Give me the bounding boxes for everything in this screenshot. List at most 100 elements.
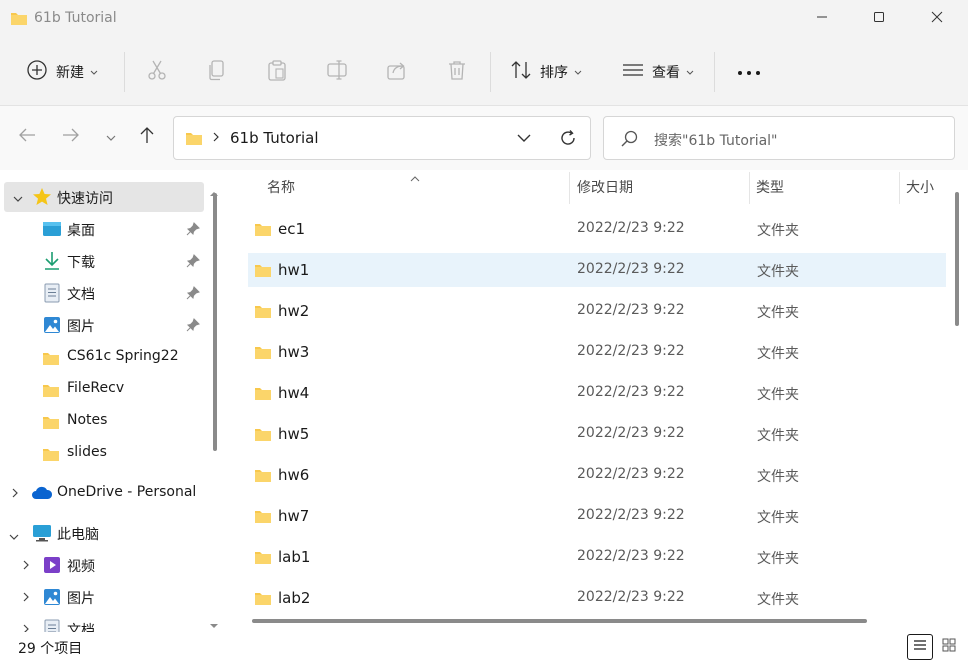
nav-quick-access[interactable]: 快速访问 (4, 182, 204, 212)
minimize-button[interactable] (793, 0, 851, 38)
file-row[interactable]: hw4 2022/2/23 9:22 文件夹 (248, 376, 946, 410)
file-type: 文件夹 (757, 223, 799, 239)
folder-icon (254, 590, 272, 610)
nav-item-downloads[interactable]: 下载 (0, 246, 210, 276)
address-dropdown-icon[interactable] (514, 128, 534, 152)
chevron-right-icon[interactable] (22, 559, 30, 575)
pin-icon[interactable] (186, 286, 200, 304)
details-view-button[interactable] (907, 634, 933, 660)
file-row[interactable]: hw3 2022/2/23 9:22 文件夹 (248, 335, 946, 369)
nav-item-this-pc[interactable]: 此电脑 (0, 518, 210, 548)
close-button[interactable] (908, 0, 966, 38)
nav-item-videos[interactable]: 视频 (0, 550, 210, 580)
pin-icon[interactable] (186, 254, 200, 272)
paste-button[interactable] (266, 38, 288, 106)
maximize-button[interactable] (850, 0, 908, 38)
tiles-view-button[interactable] (936, 634, 962, 660)
copy-button[interactable] (206, 38, 228, 106)
more-options-button[interactable] (736, 38, 762, 106)
rename-button[interactable] (326, 38, 348, 106)
share-button[interactable] (386, 38, 408, 106)
file-row[interactable]: ec1 2022/2/23 9:22 文件夹 (248, 212, 946, 246)
recent-locations-button[interactable] (96, 122, 126, 152)
column-header-type[interactable]: 类型 (756, 170, 784, 204)
nav-item-pc-pictures[interactable]: 图片 (0, 582, 210, 612)
refresh-icon[interactable] (558, 128, 578, 152)
file-name: lab1 (278, 548, 311, 566)
nav-item-label: Notes (67, 412, 108, 428)
file-name: lab2 (278, 589, 311, 607)
file-row[interactable]: lab2 2022/2/23 9:22 文件夹 (248, 581, 946, 615)
toolbar-divider (124, 52, 125, 92)
pin-icon[interactable] (186, 318, 200, 336)
picture-icon (43, 588, 61, 610)
file-date: 2022/2/23 9:22 (577, 589, 685, 605)
nav-item-filerecv[interactable]: FileRecv (0, 374, 210, 404)
column-header-name[interactable]: 名称 (267, 170, 295, 204)
column-divider[interactable] (899, 172, 900, 204)
sort-label: 排序 (540, 65, 568, 81)
nav-item-onedrive[interactable]: OneDrive - Personal (0, 478, 210, 508)
chevron-right-icon[interactable] (22, 591, 30, 607)
nav-item-cs61c-spring22[interactable]: CS61c Spring22 (0, 342, 210, 372)
chevron-down-icon (686, 64, 694, 80)
file-row[interactable]: hw1 2022/2/23 9:22 文件夹 (248, 253, 946, 287)
column-header-size[interactable]: 大小 (906, 170, 934, 204)
new-label: 新建 (56, 65, 84, 81)
window-title: 61b Tutorial (34, 10, 117, 26)
picture-icon (43, 316, 61, 338)
status-bar: 29 个项目 (0, 632, 968, 662)
nav-item-pc-documents[interactable]: 文档 (0, 614, 210, 632)
delete-button[interactable] (446, 38, 468, 106)
address-bar[interactable]: 61b Tutorial (173, 116, 591, 160)
cut-button[interactable] (146, 38, 168, 106)
sort-button[interactable]: 排序 (510, 38, 582, 106)
file-name: hw4 (278, 384, 310, 402)
back-button[interactable] (12, 122, 42, 152)
nav-item-pictures[interactable]: 图片 (0, 310, 210, 340)
column-divider[interactable] (749, 172, 750, 204)
file-row[interactable]: hw7 2022/2/23 9:22 文件夹 (248, 499, 946, 533)
chevron-down-icon[interactable] (13, 191, 23, 207)
nav-item-label: FileRecv (67, 380, 125, 396)
column-divider[interactable] (569, 172, 570, 204)
folder-icon (254, 344, 272, 364)
star-icon (32, 187, 52, 211)
search-box[interactable]: 搜索"61b Tutorial" (603, 116, 955, 160)
address-path[interactable]: 61b Tutorial (230, 129, 319, 147)
content-horizontal-scroll-thumb[interactable] (252, 619, 867, 623)
view-button[interactable]: 查看 (622, 38, 694, 106)
file-date: 2022/2/23 9:22 (577, 548, 685, 564)
file-row[interactable]: hw5 2022/2/23 9:22 文件夹 (248, 417, 946, 451)
file-row[interactable]: hw6 2022/2/23 9:22 文件夹 (248, 458, 946, 492)
file-name: hw5 (278, 425, 310, 443)
document-icon (44, 283, 60, 307)
nav-item-notes[interactable]: Notes (0, 406, 210, 436)
nav-scroll-thumb[interactable] (213, 193, 217, 451)
nav-item-documents[interactable]: 文档 (0, 278, 210, 308)
trash-icon (446, 59, 468, 85)
column-header-date[interactable]: 修改日期 (577, 170, 633, 204)
nav-item-label: OneDrive - Personal (57, 484, 197, 500)
new-button[interactable]: 新建 (26, 38, 98, 106)
nav-item-slides[interactable]: slides (0, 438, 210, 468)
pin-icon[interactable] (186, 222, 200, 240)
nav-item-label: 文档 (67, 623, 95, 632)
chevron-right-icon[interactable] (11, 487, 19, 503)
file-type: 文件夹 (757, 592, 799, 608)
nav-item-desktop[interactable]: 桌面 (0, 214, 210, 244)
chevron-down-icon[interactable] (9, 529, 19, 545)
plus-circle-icon (26, 59, 48, 85)
forward-button[interactable] (56, 122, 86, 152)
search-placeholder[interactable]: 搜索"61b Tutorial" (654, 130, 778, 150)
title-bar: 61b Tutorial (0, 0, 968, 38)
arrow-up-icon (139, 126, 155, 148)
up-button[interactable] (132, 122, 162, 152)
file-row[interactable]: hw2 2022/2/23 9:22 文件夹 (248, 294, 946, 328)
file-type: 文件夹 (757, 510, 799, 526)
file-row[interactable]: lab1 2022/2/23 9:22 文件夹 (248, 540, 946, 574)
content-vertical-scroll-thumb[interactable] (955, 192, 959, 326)
chevron-right-icon[interactable] (22, 623, 30, 632)
file-list: 名称 修改日期 类型 大小 ec1 2022/2/23 9:22 文件夹 hw1… (230, 170, 968, 632)
file-name: hw3 (278, 343, 310, 361)
